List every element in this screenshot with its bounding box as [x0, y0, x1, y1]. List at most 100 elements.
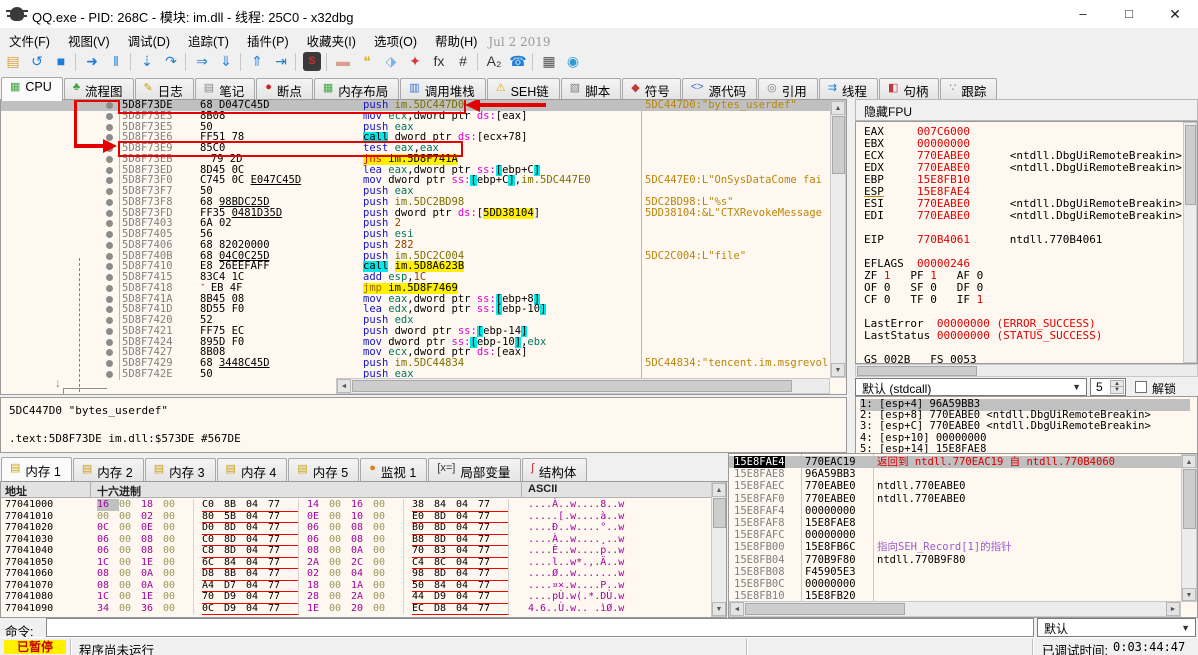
stack-row[interactable]: 15E8FAF8 15E8FAE8 — [729, 517, 1183, 529]
stack-row[interactable]: 15E8FB04 770B9F80 ntdll.770B9F80 — [729, 554, 1183, 566]
pause-icon[interactable]: ‖ — [105, 51, 127, 73]
breakpoint-dot[interactable] — [106, 177, 113, 185]
function-icon[interactable]: fx — [428, 51, 450, 73]
menu-item-0[interactable]: 文件(F) — [0, 28, 59, 50]
tab-线程[interactable]: ⇉ 线程 — [818, 78, 878, 101]
step-into-icon[interactable]: ⇣ — [136, 51, 158, 73]
stack-row[interactable]: 15E8FAEC 770EABE0 ntdll.770EABE0 — [729, 480, 1183, 492]
tab-句柄[interactable]: ◧ 句柄 — [878, 78, 940, 101]
breakpoint-dot[interactable] — [106, 209, 113, 217]
tab-引用[interactable]: ◎ 引用 — [758, 78, 818, 101]
command-history-select[interactable]: 默认 ▼ — [1037, 618, 1196, 637]
stack-pane[interactable]: 15E8FAE4 770EAC19 返回到 ntdll.770EAC19 自 ntd… — [728, 453, 1198, 618]
hex-dump-row[interactable]: 77041070 08 00 0A 00 A4 D7 04 77 18 00 1A 00 50 84 04 77… — [1, 579, 711, 592]
trace-record-icon[interactable]: S — [303, 52, 321, 71]
stack-row[interactable]: 15E8FAF4 00000000 — [729, 505, 1183, 517]
tab-跟踪[interactable]: ∵ 跟踪 — [940, 78, 998, 101]
hex-dump-row[interactable]: 77041000 16 00 18 00 C0 8B 04 77 14 00 16 00 38 84 04 77… — [1, 499, 711, 512]
disassembly-pane[interactable]: › ↓ 5D8F73DE 68 D047C45D push im.5DC447D0 5… — [0, 99, 847, 395]
hide-fpu-button[interactable]: 隐藏FPU — [855, 99, 1198, 121]
step-out-icon[interactable]: ⇑ — [246, 51, 268, 73]
breakpoint-dot[interactable] — [106, 241, 113, 249]
tab-内存布局[interactable]: ▦ 内存布局 — [313, 78, 400, 101]
calculator-icon[interactable]: ▦ — [538, 51, 560, 73]
breakpoint-dot[interactable] — [106, 295, 113, 303]
strings-icon[interactable]: A₂ — [483, 51, 505, 73]
breakpoint-dot[interactable] — [106, 327, 113, 335]
menu-item-6[interactable]: 选项(O) — [365, 28, 426, 50]
stack-row[interactable]: 15E8FAE8 96A59BB3 — [729, 468, 1183, 480]
tab-调用堆栈[interactable]: ▥ 调用堆栈 — [400, 78, 486, 101]
hex-dump-row[interactable]: 77041090 34 00 36 00 0C D9 04 77 1E 00 20 00 EC D8 04 77… — [1, 602, 711, 615]
hash-icon[interactable]: # — [452, 51, 474, 73]
label-icon[interactable]: ⬗ — [380, 51, 402, 73]
breakpoint-dot[interactable] — [106, 317, 113, 324]
run-to-user-code-icon[interactable]: ⇥ — [270, 51, 292, 73]
breakpoint-dot[interactable] — [106, 306, 113, 314]
patch-icon[interactable]: ▬ — [332, 51, 354, 73]
stack-row[interactable]: 15E8FB0C 00000000 — [729, 578, 1183, 590]
register-line[interactable]: GS 002B FS 0053 — [864, 354, 977, 364]
breakpoint-dot[interactable] — [106, 360, 113, 367]
step-over-icon[interactable]: ↷ — [160, 51, 182, 73]
register-line[interactable]: EDI 770EABE0 <ntdll.DbgUiRemoteBreakin> — [864, 210, 1182, 222]
hex-dump-row[interactable]: 77041080 1C 00 1E 00 70 D9 04 77 28 00 2A 00 44 D9 04 77… — [1, 591, 711, 604]
menu-item-5[interactable]: 收藏夹(I) — [298, 28, 365, 50]
registers-hscrollbar[interactable] — [855, 364, 1198, 377]
tab-脚本[interactable]: ▧ 脚本 — [560, 78, 622, 101]
tab-符号[interactable]: ◆ 符号 — [622, 78, 681, 101]
tab-源代码[interactable]: <> 源代码 — [681, 78, 758, 101]
unlock-checkbox[interactable] — [1135, 381, 1147, 393]
breakpoint-dot[interactable] — [106, 252, 113, 260]
breakpoint-dot[interactable] — [106, 155, 113, 163]
maximize-button[interactable]: □ — [1106, 0, 1152, 28]
disasm-hscrollbar[interactable]: ◄ — [336, 378, 830, 394]
pane-splitter[interactable] — [847, 99, 855, 455]
tab-日志[interactable]: ✎ 日志 — [134, 78, 194, 101]
dump-tab-内存 1[interactable]: ▤ 内存 1 — [1, 457, 72, 484]
disasm-vscrollbar[interactable]: ▲ ▼ — [830, 100, 846, 378]
bookmark-icon[interactable]: ✦ — [404, 51, 426, 73]
tab-流程图[interactable]: ♣ 流程图 — [63, 78, 134, 101]
modules-icon[interactable]: ☎ — [507, 51, 529, 73]
run-icon[interactable]: ➜ — [81, 51, 103, 73]
hex-dump-row[interactable]: 77041010 00 00 02 00 80 5B 04 77 0E 00 10 00 E0 8D 04 77… — [1, 510, 711, 523]
menu-item-3[interactable]: 追踪(T) — [179, 28, 238, 50]
breakpoint-dot[interactable] — [106, 198, 113, 206]
stack-row[interactable]: 15E8FAE4 770EAC19 返回到 ntdll.770EAC19 自 ntd… — [729, 456, 1183, 469]
menu-item-2[interactable]: 调试(D) — [119, 28, 179, 50]
breakpoint-dot[interactable] — [106, 370, 113, 378]
run-to-cursor-icon[interactable]: ⇒ — [191, 51, 213, 73]
hex-vscrollbar[interactable]: ▲ ▼ — [711, 482, 726, 617]
close-button[interactable]: ✕ — [1152, 0, 1198, 28]
call-arguments-list[interactable]: 1: [esp+4] 96A59BB3 2: [esp+8] 770EABE0 <… — [855, 396, 1198, 455]
breakpoint-dot[interactable] — [106, 166, 113, 174]
breakpoint-dot[interactable] — [106, 284, 113, 292]
stack-row[interactable]: 15E8FB00 15E8FB6C 指向SEH_Record[1]的指针 — [729, 541, 1183, 553]
stop-icon[interactable]: ■ — [50, 51, 72, 73]
hex-dump-row[interactable]: 77041020 0C 00 0E 00 D0 8D 04 77 06 00 08 00 B0 8D 04 77… — [1, 522, 711, 535]
argument-count-spinner[interactable]: 5 ▲ ▼ — [1090, 378, 1126, 396]
tab-CPU[interactable]: ▦ CPU — [1, 77, 63, 101]
registers-vscrollbar[interactable] — [1183, 122, 1197, 363]
hex-dump-row[interactable]: 77041050 1C 00 1E 00 6C 84 04 77 2A 00 2C 00 C4 8C 04 77… — [1, 556, 711, 569]
breakpoint-dot[interactable] — [106, 263, 113, 271]
register-line[interactable]: EIP 770B4061 ntdll.770B4061 — [864, 234, 1102, 246]
menu-item-4[interactable]: 插件(P) — [238, 28, 298, 50]
calling-convention-select[interactable]: 默认 (stdcall) ▼ — [855, 378, 1087, 396]
tab-SEH链[interactable]: ⚠ SEH链 — [486, 78, 560, 101]
breakpoint-dot[interactable] — [106, 123, 113, 131]
register-line[interactable]: CF 0 TF 0 IF 1 — [864, 294, 983, 306]
breakpoint-dot[interactable] — [106, 231, 113, 238]
menu-item-1[interactable]: 视图(V) — [59, 28, 119, 50]
stack-row[interactable]: 15E8FB08 F45905E3 — [729, 566, 1183, 578]
hex-dump-row[interactable]: 77041030 06 00 08 00 C0 8D 04 77 06 00 08 00 B8 8D 04 77… — [1, 533, 711, 546]
hex-dump-pane[interactable]: 地址 十六进制 ASCII 77041000 16 00 18 00 C0 8B 04 77 14… — [0, 481, 727, 618]
registers-list[interactable]: EAX 007C6000 EBX 00000000 ECX 770EABE0 <nt… — [855, 121, 1198, 364]
breakpoint-dot[interactable] — [106, 274, 113, 281]
breakpoint-dot[interactable] — [106, 349, 113, 357]
stack-vscrollbar[interactable]: ▲ ▼ — [1181, 454, 1197, 602]
hex-dump-row[interactable]: 77041060 08 00 0A 00 D8 8B 04 77 02 00 04 00 98 8D 04 77… — [1, 568, 711, 581]
command-input[interactable] — [46, 618, 1034, 637]
stack-row[interactable]: 15E8FAFC 00000000 — [729, 529, 1183, 541]
